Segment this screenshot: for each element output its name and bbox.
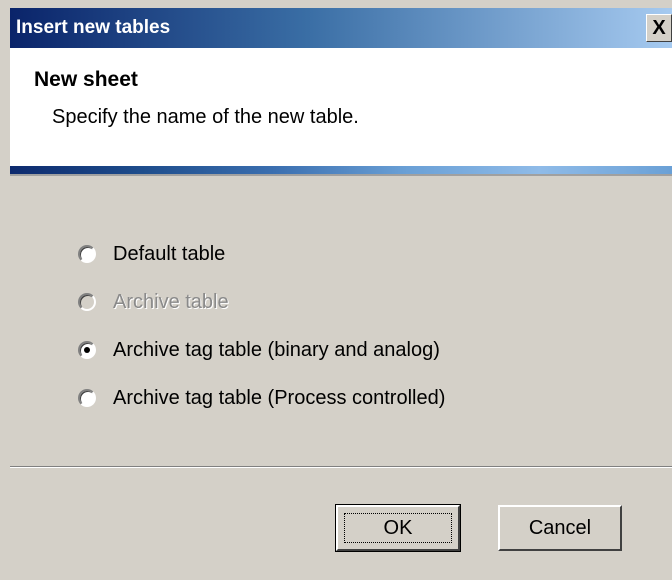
option-label: Default table — [113, 242, 226, 265]
radio-selected-dot — [84, 347, 90, 353]
close-icon: X — [652, 17, 666, 39]
header-subtitle: Specify the name of the new table. — [52, 106, 359, 128]
option-label: Archive tag table (Process controlled) — [113, 386, 446, 409]
radio-archive-tag-table-process-controlled[interactable] — [78, 389, 96, 407]
option-default-table[interactable]: Default table — [78, 230, 445, 278]
table-type-options: Default table Archive table Archive tag … — [78, 230, 445, 422]
header-stripe-shadow — [10, 174, 672, 176]
option-archive-tag-table-binary-analog[interactable]: Archive tag table (binary and analog) — [78, 326, 445, 374]
focus-rectangle — [344, 513, 452, 543]
cancel-button[interactable]: Cancel — [498, 505, 622, 551]
option-label: Archive tag table (binary and analog) — [113, 338, 440, 361]
cancel-label: Cancel — [528, 516, 592, 539]
ok-button[interactable]: OK — [335, 504, 461, 552]
window-title: Insert new tables — [16, 17, 171, 38]
radio-default-table[interactable] — [78, 245, 96, 263]
header-stripe — [10, 166, 672, 174]
separator — [10, 466, 672, 468]
insert-tables-dialog: Insert new tables X New sheet Specify th… — [0, 0, 672, 580]
radio-archive-tag-table-binary-analog[interactable] — [78, 341, 96, 359]
close-button[interactable]: X — [646, 14, 672, 42]
radio-archive-table — [78, 293, 96, 311]
wizard-header: New sheet Specify the name of the new ta… — [10, 48, 672, 166]
header-title: New sheet — [34, 68, 138, 91]
option-archive-table: Archive table — [78, 278, 445, 326]
option-label: Archive table — [113, 290, 229, 313]
title-bar[interactable]: Insert new tables X — [10, 8, 672, 48]
option-archive-tag-table-process-controlled[interactable]: Archive tag table (Process controlled) — [78, 374, 445, 422]
